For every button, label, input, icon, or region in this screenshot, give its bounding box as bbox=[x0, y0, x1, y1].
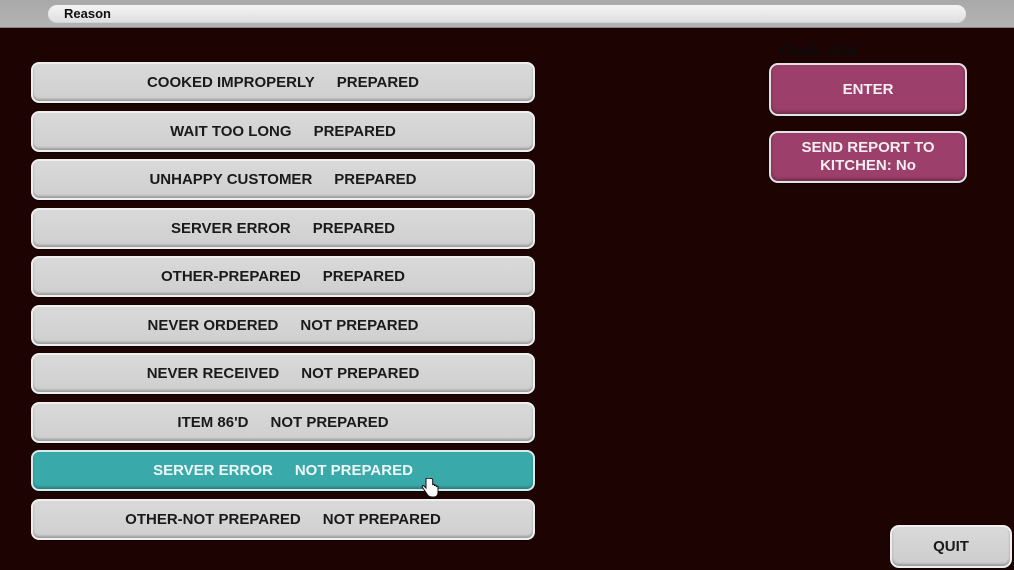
send-report-label-line1: SEND REPORT TO bbox=[801, 139, 935, 156]
reason-name: SERVER ERROR bbox=[153, 462, 273, 479]
reason-name: OTHER-PREPARED bbox=[161, 268, 301, 285]
reason-list: COOKED IMPROPERLY PREPARED WAIT TOO LONG… bbox=[31, 62, 535, 547]
reason-button[interactable]: ITEM 86'D NOT PREPARED bbox=[31, 401, 535, 443]
reason-name: ITEM 86'D bbox=[177, 413, 249, 431]
reason-name: WAIT TOO LONG bbox=[170, 122, 292, 140]
page-title: Reason bbox=[64, 6, 111, 21]
send-report-label-line2: KITCHEN: No bbox=[820, 157, 916, 174]
reason-button[interactable]: NEVER ORDERED NOT PREPARED bbox=[31, 304, 535, 346]
reason-status: NOT PREPARED bbox=[270, 413, 389, 431]
reason-button[interactable]: OTHER-PREPARED PREPARED bbox=[31, 256, 535, 297]
reason-name: COOKED IMPROPERLY bbox=[146, 74, 315, 91]
enter-button[interactable]: ENTER bbox=[769, 63, 967, 116]
quit-button[interactable]: QUIT bbox=[890, 525, 1012, 568]
reason-button[interactable]: OTHER-NOT PREPARED NOT PREPARED bbox=[31, 498, 535, 540]
reason-status: PREPARED bbox=[312, 219, 395, 237]
reason-name: NEVER RECEIVED bbox=[146, 365, 280, 382]
reason-status: PREPARED bbox=[313, 122, 396, 140]
reason-status: PREPARED bbox=[334, 171, 417, 188]
hand-pointer-icon bbox=[421, 478, 439, 498]
reason-name: SERVER ERROR bbox=[170, 219, 291, 237]
reason-button-selected[interactable]: SERVER ERROR NOT PREPARED bbox=[31, 450, 535, 491]
reason-button[interactable]: SERVER ERROR PREPARED bbox=[31, 207, 535, 249]
reason-name: UNHAPPY CUSTOMER bbox=[149, 171, 313, 188]
title-bar: Reason bbox=[0, 0, 1014, 28]
reason-button[interactable]: UNHAPPY CUSTOMER PREPARED bbox=[31, 159, 535, 200]
reason-status: PREPARED bbox=[336, 74, 420, 91]
send-report-toggle-button[interactable]: SEND REPORT TO KITCHEN: No bbox=[769, 131, 967, 183]
reason-status: PREPARED bbox=[322, 268, 405, 285]
reason-status: NOT PREPARED bbox=[322, 510, 441, 528]
reason-status: NOT PREPARED bbox=[301, 365, 420, 382]
reason-button[interactable]: COOKED IMPROPERLY PREPARED bbox=[31, 62, 535, 103]
title-pill: Reason bbox=[48, 5, 966, 23]
reason-button[interactable]: NEVER RECEIVED NOT PREPARED bbox=[31, 353, 535, 394]
reason-button[interactable]: WAIT TOO LONG PREPARED bbox=[31, 110, 535, 152]
reason-name: OTHER-NOT PREPARED bbox=[125, 510, 301, 528]
check-number: Check: 0004 bbox=[781, 43, 857, 58]
reason-name: NEVER ORDERED bbox=[147, 316, 279, 334]
reason-status: NOT PREPARED bbox=[300, 316, 419, 334]
reason-status: NOT PREPARED bbox=[294, 462, 413, 479]
